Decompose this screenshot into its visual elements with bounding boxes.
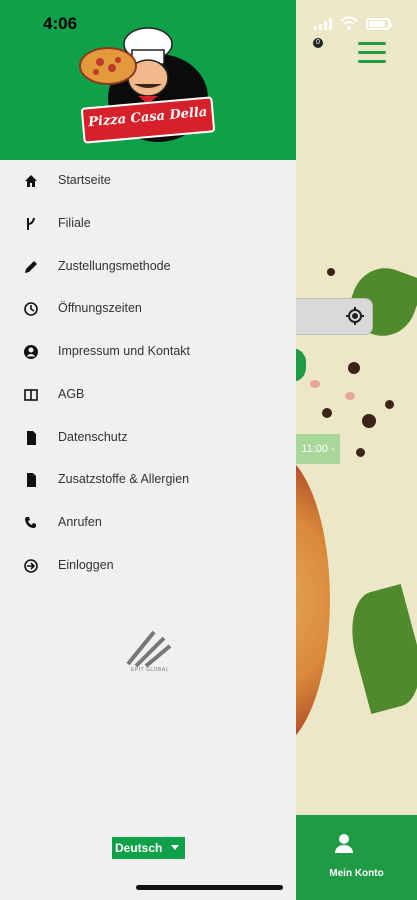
menu-item-label: Zustellungsmethode <box>58 259 171 273</box>
document-icon <box>27 473 36 487</box>
language-selector[interactable]: Deutsch <box>112 837 185 859</box>
logo-text: Pizza Casa Della <box>87 104 208 131</box>
bottom-nav <box>296 815 417 900</box>
opening-time-badge: 11:00 - <box>296 434 340 464</box>
clock-icon <box>24 302 38 316</box>
menu-item-zustellungsmethode[interactable]: Zustellungsmethode <box>0 246 296 288</box>
menu-item-label: Filiale <box>58 216 91 230</box>
menu-item-einloggen[interactable]: Einloggen <box>0 545 296 587</box>
menu-item-label: Startseite <box>58 173 111 187</box>
cellular-signal-icon <box>314 18 334 30</box>
account-icon[interactable] <box>333 832 355 854</box>
battery-icon <box>366 18 392 30</box>
pepper-decoration <box>327 268 335 276</box>
pepper-decoration <box>385 400 394 409</box>
menu-item-agb[interactable]: AGB <box>0 374 296 416</box>
wifi-icon <box>340 16 358 30</box>
pencil-icon <box>25 261 37 273</box>
pepper-decoration <box>362 414 376 428</box>
menu-item-oeffnungszeiten[interactable]: Öffnungszeiten <box>0 288 296 330</box>
menu-item-label: Datenschutz <box>58 430 128 444</box>
login-icon <box>24 559 38 573</box>
epit-logo-text: EPIT GLOBAL <box>131 667 169 673</box>
menu-item-startseite[interactable]: Startseite <box>0 160 296 202</box>
menu-item-filiale[interactable]: Filiale <box>0 203 296 245</box>
menu-item-label: Zusatzstoffe & Allergien <box>58 472 190 486</box>
menu-item-datenschutz[interactable]: Datenschutz <box>0 417 296 459</box>
menu-item-impressum[interactable]: Impressum und Kontakt <box>0 331 296 373</box>
navigation-drawer: Pizza Casa Della Startseite Filiale Zust… <box>0 0 296 900</box>
home-icon <box>25 175 37 187</box>
menu-item-label: AGB <box>58 387 85 401</box>
home-indicator[interactable] <box>136 885 283 890</box>
locate-icon[interactable] <box>345 306 365 326</box>
hamburger-menu-icon[interactable] <box>358 42 386 64</box>
caret-down-icon <box>171 845 179 850</box>
book-icon <box>24 389 38 401</box>
language-label: Deutsch <box>115 841 163 855</box>
basil-leaf-decoration <box>340 583 417 715</box>
pepper-decoration <box>322 408 332 418</box>
document-icon <box>27 431 36 445</box>
branch-icon <box>27 217 35 230</box>
pepper-decoration <box>348 362 360 374</box>
account-circle-icon <box>24 345 38 359</box>
my-account-tab[interactable]: Mein Konto <box>296 868 417 879</box>
menu-item-label: Anrufen <box>58 515 102 529</box>
pepper-decoration <box>356 448 365 457</box>
status-time: 4:06 <box>43 14 78 33</box>
menu-item-label: Einloggen <box>58 558 114 572</box>
pink-pepper-decoration <box>345 392 355 400</box>
pink-pepper-decoration <box>310 380 320 388</box>
menu-item-anrufen[interactable]: Anrufen <box>0 502 296 544</box>
status-bar: 4:06 <box>0 0 417 44</box>
menu-item-zusatzstoffe[interactable]: Zusatzstoffe & Allergien <box>0 459 296 501</box>
menu-item-label: Öffnungszeiten <box>58 301 142 315</box>
phone-icon <box>25 517 36 528</box>
menu-item-label: Impressum und Kontakt <box>58 344 191 358</box>
